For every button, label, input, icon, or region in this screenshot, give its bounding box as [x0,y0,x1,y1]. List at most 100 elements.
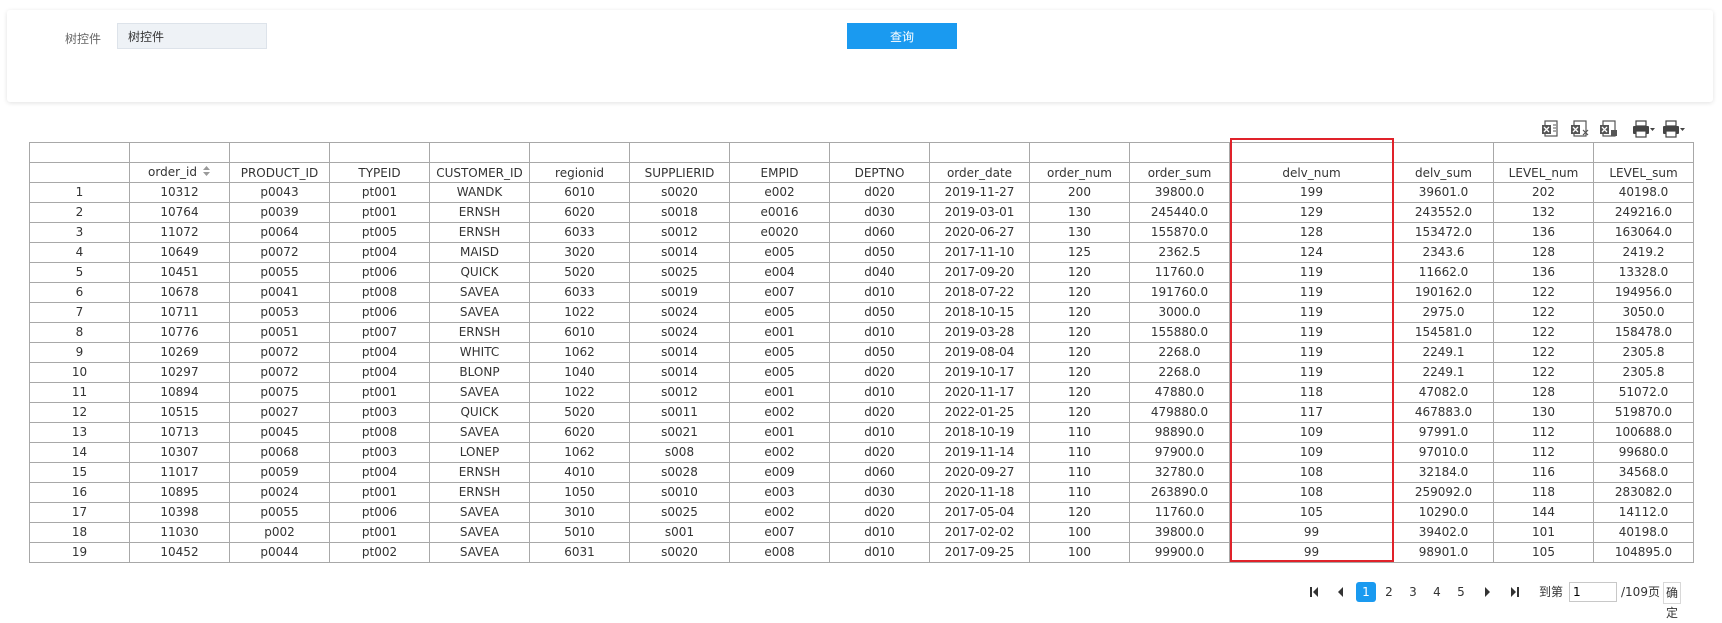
cell-delv-sum: 32184.0 [1393,462,1494,483]
cell-row-number: 15 [29,462,130,483]
last-page-icon[interactable] [1506,582,1524,602]
cell-order-sum: 155870.0 [1129,222,1230,243]
cell-delv-num: 108 [1229,482,1394,503]
header-row: order_id PRODUCT_ID TYPEID CUSTOMER_ID r… [29,162,1694,183]
cell-typeid: pt006 [329,262,430,283]
cell-order-sum: 263890.0 [1129,482,1230,503]
sort-icon[interactable] [202,165,211,180]
cell-order-date: 2017-09-25 [929,542,1030,563]
cell-delv-num: 119 [1229,262,1394,283]
cell-row-number: 11 [29,382,130,403]
cell-order-num: 110 [1029,422,1130,443]
cell-order-sum: 39800.0 [1129,522,1230,543]
cell-product-id: p0024 [229,482,330,503]
cell-order-num: 100 [1029,542,1130,563]
export-excel-icon[interactable] [1540,118,1562,140]
cell-order-id: 10307 [129,442,230,463]
cell-delv-sum: 2343.6 [1393,242,1494,263]
cell-level-num: 128 [1493,382,1594,403]
goto-page-label: 到第 [1539,585,1564,599]
cell-typeid: pt001 [329,202,430,223]
cell-order-num: 110 [1029,442,1130,463]
cell-empid: e0016 [729,202,830,223]
cell-supplierid: s0020 [629,182,730,203]
cell-order-num: 125 [1029,242,1130,263]
cell-deptno: d020 [829,502,930,523]
cell-deptno: d020 [829,362,930,383]
export-excel-paged-icon[interactable] [1569,118,1591,140]
cell-regionid: 6010 [529,182,630,203]
cell-supplierid: s0021 [629,422,730,443]
cell-delv-sum: 190162.0 [1393,282,1494,303]
cell-customer-id: WANDK [429,182,530,203]
cell-level-sum: 104895.0 [1593,542,1694,563]
page-4-button[interactable]: 4 [1427,582,1447,602]
cell-order-num: 120 [1029,262,1130,283]
cell-empid: e001 [729,322,830,343]
column-header-order-sum: order_sum [1129,162,1230,183]
cell-row-number: 1 [29,182,130,203]
total-pages-label: /109页 [1621,585,1660,599]
cell-order-sum: 11760.0 [1129,502,1230,523]
cell-order-id: 10269 [129,342,230,363]
cell-regionid: 6020 [529,202,630,223]
column-header-order-id[interactable]: order_id [129,162,230,183]
cell-deptno: d010 [829,322,930,343]
column-header-delv-sum: delv_sum [1393,162,1494,183]
export-excel-all-icon[interactable] [1598,118,1620,140]
cell-regionid: 1062 [529,342,630,363]
table-row: 12 10515 p0027 pt003 QUICK 5020 s0011 e002 d020 2… [29,402,1694,423]
cell-product-id: p0053 [229,302,330,323]
cell-empid: e001 [729,382,830,403]
cell-level-num: 128 [1493,242,1594,263]
cell-customer-id: ERNSH [429,222,530,243]
cell-row-number: 2 [29,202,130,223]
cell-deptno: d010 [829,542,930,563]
cell-typeid: pt004 [329,242,430,263]
page-5-button[interactable]: 5 [1451,582,1471,602]
column-header-level-num: LEVEL_num [1493,162,1594,183]
cell-typeid: pt004 [329,462,430,483]
print-options-icon[interactable] [1660,118,1685,140]
cell-order-sum: 2268.0 [1129,362,1230,383]
tree-control-input[interactable] [117,23,267,49]
goto-page-input[interactable] [1569,582,1617,602]
cell-customer-id: SAVEA [429,422,530,443]
page-1-button[interactable]: 1 [1356,582,1376,602]
tree-control-label: 树控件 [65,32,102,46]
confirm-goto-button[interactable]: 确定 [1663,582,1682,620]
column-header-delv-num: delv_num [1229,162,1394,183]
cell-product-id: p0041 [229,282,330,303]
cell-typeid: pt001 [329,182,430,203]
cell-regionid: 3020 [529,242,630,263]
first-page-icon[interactable] [1305,582,1323,602]
search-panel: 树控件 查询 [7,10,1713,102]
cell-order-num: 120 [1029,282,1130,303]
table-row: 13 10713 p0045 pt008 SAVEA 6020 s0021 e001 d010 2… [29,422,1694,443]
query-button[interactable]: 查询 [847,23,957,49]
cell-typeid: pt001 [329,382,430,403]
cell-order-id: 10894 [129,382,230,403]
column-header-level-sum: LEVEL_sum [1593,162,1694,183]
cell-empid: e007 [729,282,830,303]
cell-delv-sum: 259092.0 [1393,482,1494,503]
column-header-supplierid: SUPPLIERID [629,162,730,183]
cell-order-id: 10713 [129,422,230,443]
prev-page-icon[interactable] [1331,582,1349,602]
cell-deptno: d060 [829,222,930,243]
page-2-button[interactable]: 2 [1379,582,1399,602]
cell-product-id: p0072 [229,242,330,263]
cell-level-num: 122 [1493,362,1594,383]
cell-product-id: p0059 [229,462,330,483]
cell-order-sum: 245440.0 [1129,202,1230,223]
cell-order-date: 2018-07-22 [929,282,1030,303]
cell-row-number: 5 [29,262,130,283]
print-icon[interactable] [1630,118,1655,140]
cell-order-id: 10649 [129,242,230,263]
cell-delv-num: 99 [1229,522,1394,543]
table-body: 1 10312 p0043 pt001 WANDK 6010 s0020 e002 d020 20… [29,182,1694,563]
table-row: 9 10269 p0072 pt004 WHITC 1062 s0014 e005 d050 20… [29,342,1694,363]
column-header-index [29,162,130,183]
page-3-button[interactable]: 3 [1403,582,1423,602]
next-page-icon[interactable] [1479,582,1497,602]
